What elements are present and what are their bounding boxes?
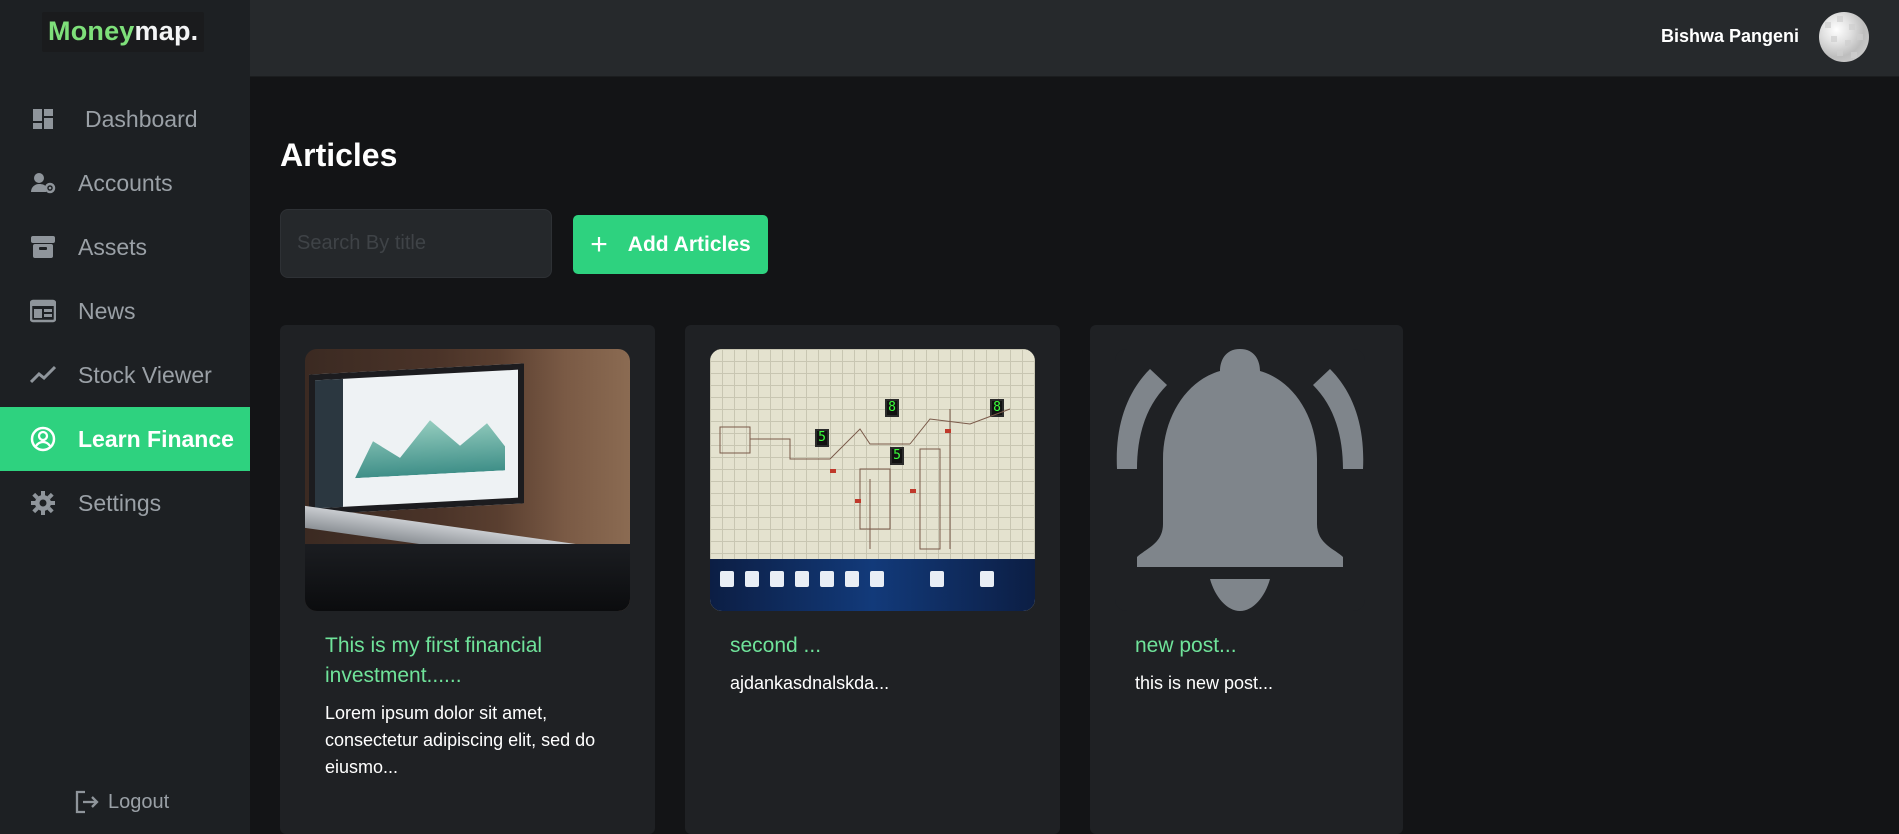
sidebar-item-label: Dashboard	[85, 105, 198, 132]
sidebar-item-assets[interactable]: Assets	[0, 215, 250, 279]
sidebar-item-label: Settings	[78, 489, 162, 516]
sidebar-item-label: News	[78, 297, 136, 324]
user-circle-icon	[30, 426, 56, 452]
avatar[interactable]	[1819, 12, 1869, 62]
article-description: Lorem ipsum dolor sit amet, consectetur …	[325, 703, 596, 777]
taskbar-strip	[710, 559, 1035, 611]
sidebar-item-label: Accounts	[78, 169, 173, 196]
article-title[interactable]: second ...	[730, 631, 1030, 661]
sidebar: Moneymap. Dashboard Accounts Assets News	[0, 0, 250, 834]
logo-text-secondary: map.	[134, 16, 199, 46]
plus-icon: +	[590, 227, 608, 261]
sidebar-item-settings[interactable]: Settings	[0, 471, 250, 535]
trend-line-icon	[30, 362, 56, 388]
sidebar-item-accounts[interactable]: Accounts	[0, 151, 250, 215]
logout-icon	[74, 789, 100, 815]
article-title[interactable]: This is my first financial investment...…	[325, 631, 625, 691]
sidebar-item-news[interactable]: News	[0, 279, 250, 343]
gear-icon	[30, 490, 56, 516]
newspaper-icon	[30, 298, 56, 324]
dashboard-icon	[30, 106, 56, 132]
archive-box-icon	[30, 234, 56, 260]
add-articles-label: Add Articles	[627, 232, 751, 256]
user-gear-icon	[30, 170, 56, 196]
sidebar-item-label: Stock Viewer	[78, 361, 212, 388]
top-header: Bishwa Pangeni	[250, 0, 1899, 77]
search-input[interactable]	[280, 209, 552, 278]
article-card[interactable]: new post... this is new post...	[1090, 325, 1403, 834]
article-image[interactable]	[305, 349, 630, 611]
page-title: Articles	[280, 137, 398, 173]
logout-label: Logout	[108, 790, 170, 813]
sidebar-item-label: Learn Finance	[78, 425, 234, 452]
add-articles-button[interactable]: + Add Articles	[573, 215, 768, 274]
sidebar-nav: Dashboard Accounts Assets News Stock Vie…	[0, 87, 250, 535]
logout-button[interactable]: Logout	[74, 789, 169, 815]
article-card[interactable]: This is my first financial investment...…	[280, 325, 655, 834]
article-title[interactable]: new post...	[1135, 631, 1435, 661]
article-description: ajdankasdnalskda...	[730, 673, 890, 693]
sidebar-item-learn-finance[interactable]: Learn Finance	[0, 407, 250, 471]
sidebar-item-dashboard[interactable]: Dashboard	[0, 87, 250, 151]
sidebar-item-stock-viewer[interactable]: Stock Viewer	[0, 343, 250, 407]
bell-icon	[1116, 349, 1364, 611]
article-card[interactable]: 5 8 5 8 second ... ajdankasdnalskda...	[685, 325, 1060, 834]
article-image[interactable]: 5 8 5 8	[710, 349, 1035, 611]
user-name[interactable]: Bishwa Pangeni	[1661, 26, 1799, 47]
article-description: this is new post...	[1135, 673, 1274, 693]
app-logo[interactable]: Moneymap.	[42, 12, 205, 52]
sidebar-item-label: Assets	[78, 233, 148, 260]
avatar-pattern	[1825, 16, 1863, 58]
circuit-diagram	[719, 408, 1011, 550]
article-image[interactable]	[1115, 349, 1365, 611]
logo-text-primary: Money	[48, 16, 135, 46]
laptop-screen	[309, 363, 524, 515]
